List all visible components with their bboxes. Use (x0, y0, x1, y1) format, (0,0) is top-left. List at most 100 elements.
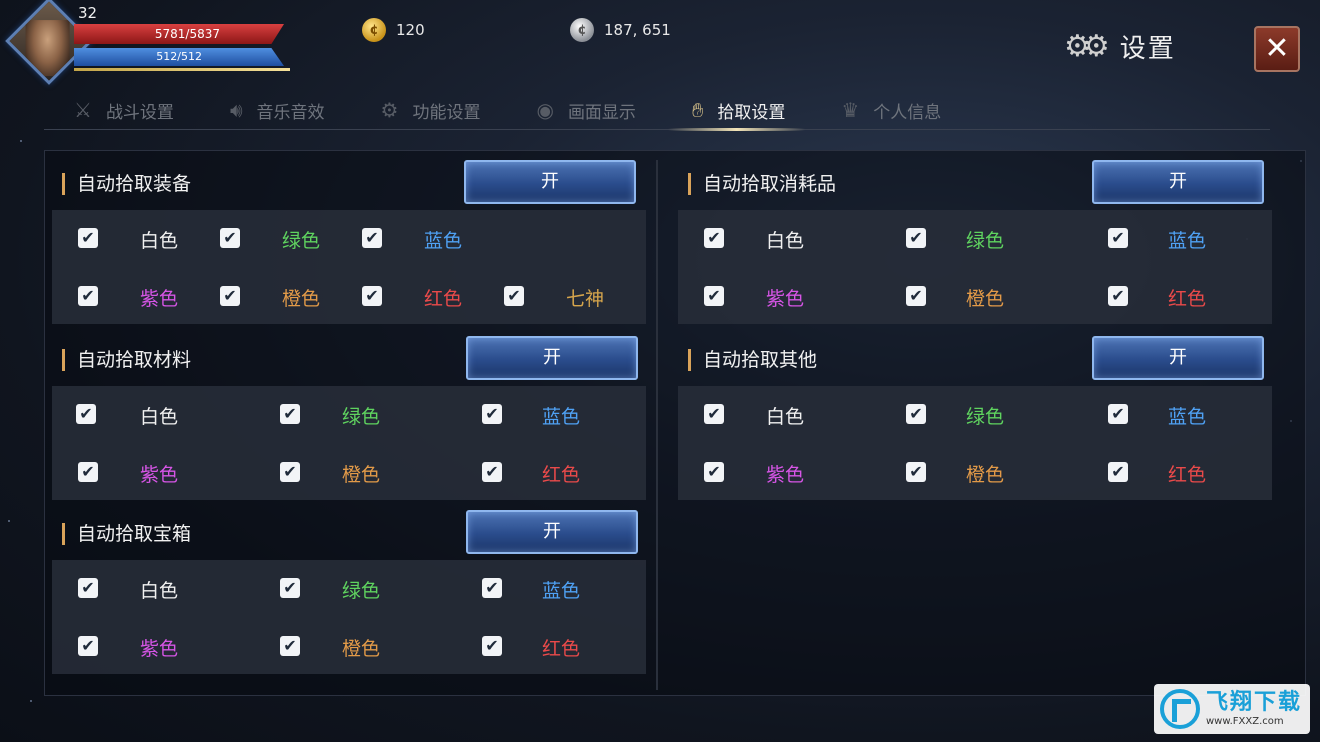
checkbox-purple[interactable]: ✔ (78, 462, 98, 482)
tab-audio[interactable]: 🔊︎ 音乐音效 (200, 90, 351, 130)
section-title: 自动拾取宝箱 (62, 523, 191, 545)
toggle-button[interactable]: 开 (1092, 336, 1264, 380)
checkbox-red[interactable]: ✔ (1108, 462, 1128, 482)
checkbox-red[interactable]: ✔ (482, 636, 502, 656)
option-label: 七神 (566, 288, 605, 310)
tab-pickup[interactable]: ✋︎ 拾取设置 (662, 90, 811, 131)
close-button[interactable]: ✕ (1254, 26, 1300, 72)
hand-icon: ✋︎ (691, 98, 704, 122)
checkbox-blue[interactable]: ✔ (1108, 404, 1128, 424)
checkbox-white[interactable]: ✔ (78, 578, 98, 598)
checkbox-orange[interactable]: ✔ (220, 286, 240, 306)
option-label: 白色 (766, 406, 805, 428)
option-label: 白色 (766, 230, 805, 252)
options-box: ✔ 白色 ✔ 绿色 ✔ 蓝色 ✔ 紫色 ✔ 橙色 ✔ 红色 (52, 560, 646, 674)
checkbox-white[interactable]: ✔ (78, 228, 98, 248)
gear-icon: ⚙ (380, 98, 399, 122)
hp-bar: 5781/5837 (74, 24, 284, 44)
checkbox-purple[interactable]: ✔ (78, 286, 98, 306)
mp-bar: 512/512 (74, 48, 284, 66)
option-label: 绿色 (966, 230, 1005, 252)
checkbox-green[interactable]: ✔ (280, 404, 300, 424)
checkbox-green[interactable]: ✔ (220, 228, 240, 248)
gold-amount: 120 (396, 21, 425, 39)
gold-currency: ¢ 120 (362, 18, 425, 42)
checkbox-purple[interactable]: ✔ (704, 286, 724, 306)
checkbox-white[interactable]: ✔ (704, 228, 724, 248)
watermark-name: 飞翔下载 (1206, 690, 1303, 715)
option-label: 紫色 (140, 464, 179, 486)
option-label: 蓝色 (424, 230, 463, 252)
helmet-icon: ♛ (841, 98, 860, 122)
watermark-logo-icon (1160, 689, 1200, 729)
silver-currency: ¢ 187, 651 (570, 18, 671, 42)
settings-tabs: ⚔ 战斗设置 🔊︎ 音乐音效 ⚙ 功能设置 ◉ 画面显示 ✋︎ 拾取设置 ♛ 个… (44, 90, 1270, 131)
checkbox-orange[interactable]: ✔ (280, 636, 300, 656)
checkbox-red[interactable]: ✔ (362, 286, 382, 306)
option-label: 白色 (140, 580, 179, 602)
option-label: 紫色 (766, 288, 805, 310)
checkbox-green[interactable]: ✔ (906, 404, 926, 424)
checkbox-purple[interactable]: ✔ (78, 636, 98, 656)
eye-icon: ◉ (536, 98, 554, 122)
checkbox-red[interactable]: ✔ (1108, 286, 1128, 306)
option-label: 蓝色 (542, 580, 581, 602)
option-label: 紫色 (140, 288, 179, 310)
option-label: 绿色 (342, 580, 381, 602)
option-label: 蓝色 (542, 406, 581, 428)
section-equipment: 自动拾取装备 开 ✔ 白色 ✔ 绿色 ✔ 蓝色 ✔ 紫色 ✔ 橙色 ✔ 红色 ✔… (52, 160, 646, 324)
checkbox-white[interactable]: ✔ (704, 404, 724, 424)
tab-label: 音乐音效 (256, 102, 325, 123)
tab-label: 拾取设置 (717, 102, 786, 123)
option-label: 白色 (140, 230, 179, 252)
tab-profile[interactable]: ♛ 个人信息 (811, 90, 967, 130)
toggle-button[interactable]: 开 (466, 336, 638, 380)
tab-display[interactable]: ◉ 画面显示 (506, 90, 661, 130)
gears-icon: ⚙⚙ (1064, 28, 1110, 64)
options-box: ✔ 白色 ✔ 绿色 ✔ 蓝色 ✔ 紫色 ✔ 橙色 ✔ 红色 (52, 386, 646, 500)
checkbox-blue[interactable]: ✔ (362, 228, 382, 248)
silver-coin-icon: ¢ (570, 18, 594, 42)
toggle-button[interactable]: 开 (1092, 160, 1264, 204)
gold-coin-icon: ¢ (362, 18, 386, 42)
option-label: 蓝色 (1168, 230, 1207, 252)
player-avatar[interactable] (5, 0, 93, 85)
option-label: 紫色 (766, 464, 805, 486)
checkbox-orange[interactable]: ✔ (280, 462, 300, 482)
option-label: 蓝色 (1168, 406, 1207, 428)
crossed-swords-icon: ⚔ (74, 98, 92, 122)
tab-combat[interactable]: ⚔ 战斗设置 (44, 90, 200, 130)
checkbox-seven-gods[interactable]: ✔ (504, 286, 524, 306)
section-others: 自动拾取其他 开 ✔ 白色 ✔ 绿色 ✔ 蓝色 ✔ 紫色 ✔ 橙色 ✔ 红色 (678, 336, 1272, 500)
panel-divider (656, 160, 658, 690)
checkbox-blue[interactable]: ✔ (1108, 228, 1128, 248)
exp-bar (74, 68, 290, 71)
checkbox-blue[interactable]: ✔ (482, 578, 502, 598)
section-treasure: 自动拾取宝箱 开 ✔ 白色 ✔ 绿色 ✔ 蓝色 ✔ 紫色 ✔ 橙色 ✔ 红色 (52, 510, 646, 674)
options-box: ✔ 白色 ✔ 绿色 ✔ 蓝色 ✔ 紫色 ✔ 橙色 ✔ 红色 ✔ 七神 (52, 210, 646, 324)
toggle-button[interactable]: 开 (466, 510, 638, 554)
checkbox-red[interactable]: ✔ (482, 462, 502, 482)
checkbox-green[interactable]: ✔ (906, 228, 926, 248)
section-title: 自动拾取材料 (62, 349, 191, 371)
tab-function[interactable]: ⚙ 功能设置 (351, 90, 507, 130)
page-title-text: 设置 (1119, 34, 1176, 64)
option-label: 橙色 (282, 288, 321, 310)
checkbox-blue[interactable]: ✔ (482, 404, 502, 424)
checkbox-white[interactable]: ✔ (76, 404, 96, 424)
toggle-button[interactable]: 开 (464, 160, 636, 204)
option-label: 红色 (1168, 464, 1207, 486)
option-label: 白色 (140, 406, 179, 428)
tab-label: 战斗设置 (105, 102, 174, 123)
checkbox-orange[interactable]: ✔ (906, 462, 926, 482)
site-watermark: 飞翔下载 www.FXXZ.com (1154, 684, 1310, 734)
silver-amount: 187, 651 (604, 21, 671, 39)
option-label: 绿色 (966, 406, 1005, 428)
checkbox-purple[interactable]: ✔ (704, 462, 724, 482)
options-box: ✔ 白色 ✔ 绿色 ✔ 蓝色 ✔ 紫色 ✔ 橙色 ✔ 红色 (678, 386, 1272, 500)
page-title: ⚙⚙ 设置 (1064, 28, 1176, 65)
checkbox-orange[interactable]: ✔ (906, 286, 926, 306)
option-label: 绿色 (282, 230, 321, 252)
tab-label: 功能设置 (412, 102, 481, 123)
checkbox-green[interactable]: ✔ (280, 578, 300, 598)
